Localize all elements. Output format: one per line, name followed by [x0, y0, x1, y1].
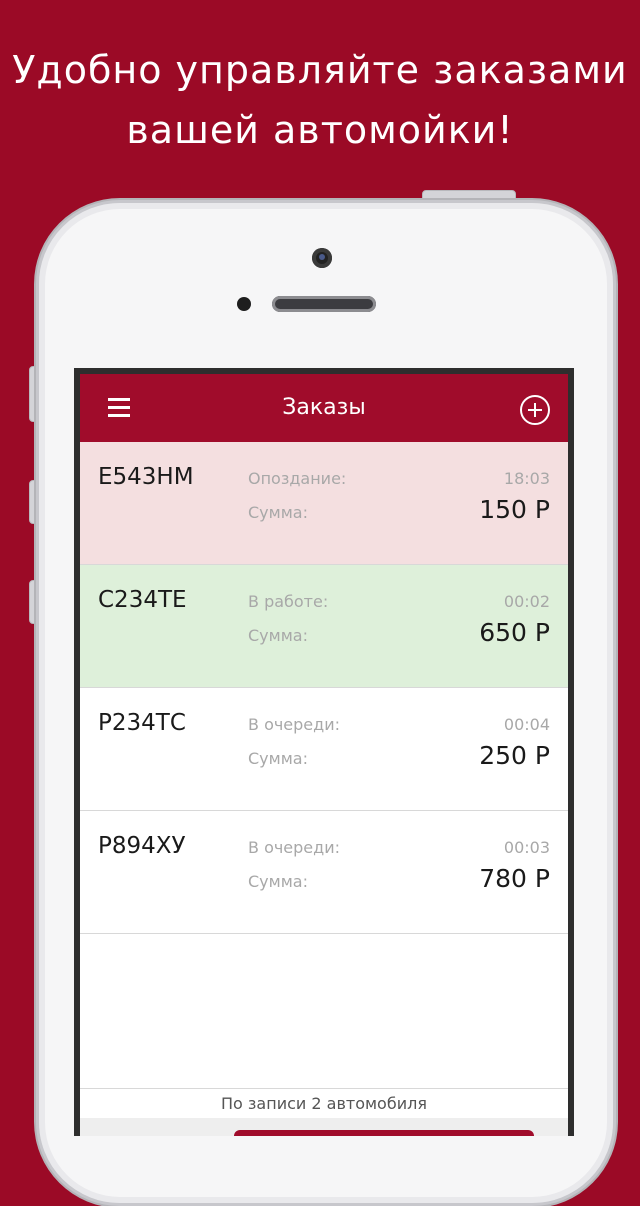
order-row-4[interactable]: Р894ХУ В очереди: 00:03 Сумма: 780 Р: [80, 811, 568, 934]
sensor-icon: [237, 297, 251, 311]
promo-line-1: Удобно управляйте заказами: [12, 48, 628, 92]
order-sum-label: Сумма:: [248, 872, 308, 891]
promo-line-2: вашей автомойки!: [126, 108, 514, 152]
page-title: Заказы: [282, 395, 366, 420]
order-plate: Р894ХУ: [98, 833, 186, 859]
order-list: Е543НМ Опоздание: 18:03 Сумма: 150 Р С23…: [80, 442, 568, 934]
order-sum-label: Сумма:: [248, 503, 308, 522]
phone-screen: Заказы Е543НМ Опоздание: 18:03 Сумма: 15…: [74, 368, 574, 1136]
order-sum: 250 Р: [479, 741, 550, 770]
order-sum-label: Сумма:: [248, 626, 308, 645]
order-plate: С234ТЕ: [98, 587, 187, 613]
order-sum: 150 Р: [479, 495, 550, 524]
order-status-label: В очереди:: [248, 838, 340, 857]
order-sum-label: Сумма:: [248, 749, 308, 768]
footer-action-button[interactable]: [234, 1130, 534, 1136]
plus-circle-icon[interactable]: [520, 395, 550, 425]
order-plate: Е543НМ: [98, 464, 194, 490]
order-status-label: В очереди:: [248, 715, 340, 734]
order-row-1[interactable]: Е543НМ Опоздание: 18:03 Сумма: 150 Р: [80, 442, 568, 565]
order-time: 00:03: [503, 838, 550, 857]
order-row-2[interactable]: С234ТЕ В работе: 00:02 Сумма: 650 Р: [80, 565, 568, 688]
order-time: 00:04: [503, 715, 550, 734]
speaker-icon: [272, 296, 376, 312]
order-status-label: В работе:: [248, 592, 329, 611]
order-status-label: Опоздание:: [248, 469, 347, 488]
order-plate: Р234ТС: [98, 710, 186, 736]
app-screen: Заказы Е543НМ Опоздание: 18:03 Сумма: 15…: [80, 374, 568, 1136]
camera-icon: [312, 248, 332, 268]
order-sum: 780 Р: [479, 864, 550, 893]
promo-title: Удобно управляйте заказами вашей автомой…: [0, 40, 640, 160]
app-header: Заказы: [80, 374, 568, 442]
order-row-3[interactable]: Р234ТС В очереди: 00:04 Сумма: 250 Р: [80, 688, 568, 811]
footer-bar: [80, 1118, 568, 1136]
order-sum: 650 Р: [479, 618, 550, 647]
order-time: 00:02: [503, 592, 550, 611]
order-time: 18:03: [503, 469, 550, 488]
